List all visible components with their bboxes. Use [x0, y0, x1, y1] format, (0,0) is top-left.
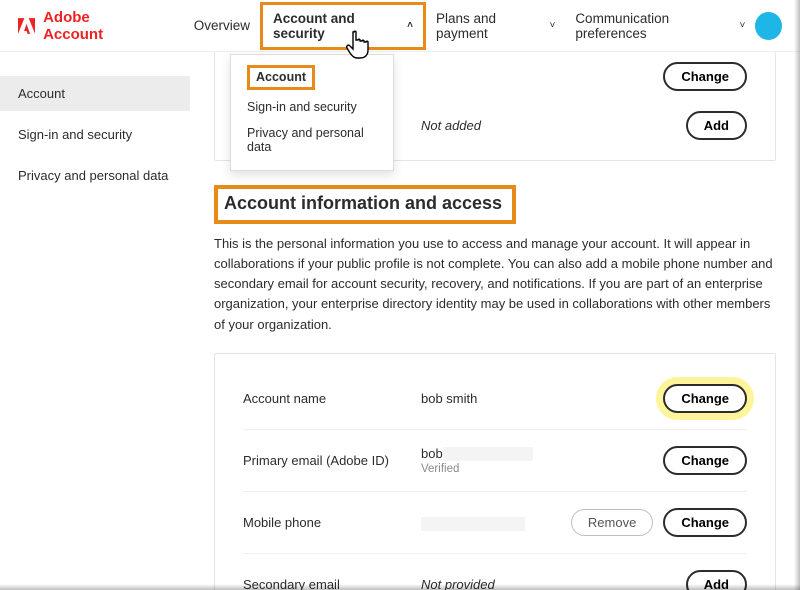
account-name-label: Account name	[243, 391, 421, 406]
adobe-logo-icon	[18, 18, 35, 34]
top-bar: Adobe Account Overview Account and secur…	[0, 0, 800, 52]
row-mobile-phone: Mobile phone Remove Change	[243, 491, 747, 553]
dropdown-privacy[interactable]: Privacy and personal data	[231, 120, 393, 160]
sidebar: Account Sign-in and security Privacy and…	[0, 52, 190, 590]
primary-email-value: bob Verified	[421, 446, 663, 476]
primary-email-label: Primary email (Adobe ID)	[243, 453, 421, 468]
account-security-dropdown: Account Sign-in and security Privacy and…	[230, 54, 394, 171]
section-header: Account information and access	[214, 185, 776, 234]
change-name-button[interactable]: Change	[663, 384, 747, 413]
redacted-phone	[421, 517, 525, 531]
chevron-down-icon: ˅	[549, 20, 555, 31]
dropdown-signin[interactable]: Sign-in and security	[231, 94, 393, 120]
nav-overview[interactable]: Overview	[184, 12, 260, 39]
mobile-phone-value	[421, 515, 571, 531]
account-name-value: bob smith	[421, 391, 663, 406]
change-button[interactable]: Change	[663, 62, 747, 91]
row-primary-email: Primary email (Adobe ID) bob Verified Ch…	[243, 429, 747, 492]
sidebar-item-account[interactable]: Account	[0, 76, 190, 111]
change-email-button[interactable]: Change	[663, 446, 747, 475]
nav-account-security[interactable]: Account and security ˄	[260, 2, 426, 50]
chevron-down-icon: ˅	[740, 20, 746, 31]
section-description: This is the personal information you use…	[214, 234, 776, 335]
dropdown-account[interactable]: Account	[231, 63, 393, 94]
secondary-email-label: Secondary email	[243, 577, 421, 590]
nav-plans[interactable]: Plans and payment ˅	[426, 5, 565, 47]
remove-phone-button[interactable]: Remove	[571, 509, 653, 536]
add-button[interactable]: Add	[686, 111, 747, 140]
mobile-phone-label: Mobile phone	[243, 515, 421, 530]
brand-text: Adobe Account	[43, 9, 148, 43]
avatar[interactable]	[755, 12, 782, 40]
section-title: Account information and access	[224, 193, 502, 214]
account-info-card: Account name bob smith Change Primary em…	[214, 353, 776, 590]
sidebar-item-signin[interactable]: Sign-in and security	[0, 117, 190, 152]
chevron-up-icon: ˄	[407, 20, 413, 31]
nav-communication[interactable]: Communication preferences ˅	[565, 5, 755, 47]
redacted-email	[443, 447, 533, 461]
sidebar-item-privacy[interactable]: Privacy and personal data	[0, 158, 190, 193]
adobe-logo[interactable]: Adobe Account	[18, 9, 148, 43]
row-secondary-email: Secondary email Not provided Add	[243, 553, 747, 590]
secondary-email-value: Not provided	[421, 577, 686, 590]
add-secondary-email-button[interactable]: Add	[686, 570, 747, 590]
row-account-name: Account name bob smith Change	[243, 368, 747, 429]
email-status: Verified	[421, 463, 663, 475]
change-phone-button[interactable]: Change	[663, 508, 747, 537]
c-field-value: Not added	[421, 118, 686, 133]
